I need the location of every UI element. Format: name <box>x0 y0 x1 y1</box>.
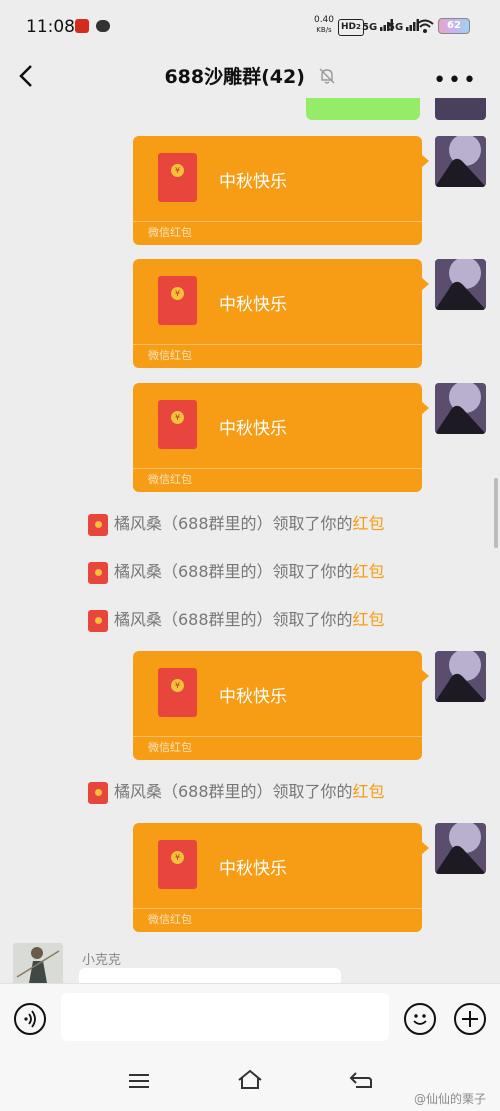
back-nav-icon[interactable] <box>348 1069 374 1091</box>
avatar[interactable] <box>435 98 486 120</box>
previous-message-bubble[interactable] <box>306 98 420 120</box>
red-packet-link[interactable]: 红包 <box>353 782 385 801</box>
sim2-label: 5G <box>388 22 404 33</box>
avatar-image <box>435 823 486 874</box>
message-bubble-icon <box>96 20 110 32</box>
system-message: 橘风桑（688群里的）领取了你的红包 <box>88 609 385 632</box>
chat-title-text: 688沙雕群(42) <box>164 66 305 88</box>
system-message: 橘风桑（688群里的）领取了你的红包 <box>88 781 385 804</box>
plus-icon <box>462 1011 478 1027</box>
coin-icon: ¥ <box>171 679 184 692</box>
wifi-icon <box>416 19 434 33</box>
emoji-icon <box>413 1014 427 1025</box>
system-message-text: 橘风桑（688群里的）领取了你的 <box>114 562 353 581</box>
coin-icon: ¥ <box>171 164 184 177</box>
red-envelope-icon: ¥ <box>158 840 197 889</box>
more-options-button[interactable]: ••• <box>433 68 478 93</box>
hd-label: HD <box>341 22 357 32</box>
red-envelope-icon: ¥ <box>158 400 197 449</box>
red-packet-small-icon <box>88 781 108 804</box>
coin-icon: ¥ <box>171 411 184 424</box>
divider <box>133 468 422 469</box>
battery-icon: 62 <box>438 18 470 34</box>
red-packet-greeting: 中秋快乐 <box>219 295 287 315</box>
red-packet-footer: 微信红包 <box>148 741 192 754</box>
voice-icon <box>24 1010 36 1028</box>
chat-title: 688沙雕群(42) <box>0 62 500 89</box>
divider <box>133 908 422 909</box>
red-envelope-icon: ¥ <box>158 668 197 717</box>
system-message-text: 橘风桑（688群里的）领取了你的 <box>114 782 353 801</box>
avatar-image <box>13 943 63 983</box>
hd-sub: 2 <box>356 23 361 31</box>
scrollbar[interactable] <box>494 478 498 548</box>
home-icon[interactable] <box>236 1068 264 1092</box>
red-packet-footer: 微信红包 <box>148 349 192 362</box>
coin-icon: ¥ <box>171 287 184 300</box>
system-message-text: 橘风桑（688群里的）领取了你的 <box>114 514 353 533</box>
system-message: 橘风桑（688群里的）领取了你的红包 <box>88 561 385 584</box>
red-packet-greeting: 中秋快乐 <box>219 687 287 707</box>
avatar[interactable] <box>435 136 486 187</box>
avatar[interactable] <box>435 383 486 434</box>
divider <box>133 344 422 345</box>
red-packet-small-icon <box>88 513 108 536</box>
bubble-tail <box>421 401 429 415</box>
net-speed: 0.40 KB/s <box>312 15 336 35</box>
red-packet-footer: 微信红包 <box>148 473 192 486</box>
net-speed-unit: KB/s <box>316 26 332 34</box>
other-user-name: 小克克 <box>82 953 122 968</box>
red-packet-link[interactable]: 红包 <box>353 610 385 629</box>
mute-bell-icon <box>319 68 335 84</box>
avatar[interactable] <box>435 259 486 310</box>
red-packet-link[interactable]: 红包 <box>353 562 385 581</box>
system-message-text: 橘风桑（688群里的）领取了你的 <box>114 610 353 629</box>
more-functions-button[interactable] <box>454 1003 486 1035</box>
bubble-tail <box>421 277 429 291</box>
avatar[interactable] <box>435 651 486 702</box>
red-packet-message[interactable]: ¥ 中秋快乐 微信红包 <box>133 823 429 932</box>
battery-level: 62 <box>447 20 461 31</box>
red-packet-greeting: 中秋快乐 <box>219 859 287 879</box>
menu-icon[interactable] <box>127 1071 151 1091</box>
sim1-label: 5G <box>362 22 378 33</box>
red-packet-link[interactable]: 红包 <box>353 514 385 533</box>
avatar-image <box>435 136 486 187</box>
status-time: 11:08 <box>26 17 75 37</box>
red-packet-message[interactable]: ¥ 中秋快乐 微信红包 <box>133 136 429 245</box>
red-packet-footer: 微信红包 <box>148 226 192 239</box>
red-packet-greeting: 中秋快乐 <box>219 419 287 439</box>
message-input[interactable] <box>61 993 389 1041</box>
hd-badge: HD2 <box>338 19 364 36</box>
red-packet-small-icon <box>88 609 108 632</box>
avatar-image <box>435 651 486 702</box>
red-packet-message[interactable]: ¥ 中秋快乐 微信红包 <box>133 383 429 492</box>
other-user-avatar[interactable] <box>13 943 63 983</box>
voice-input-button[interactable] <box>14 1003 46 1035</box>
divider <box>133 221 422 222</box>
red-packet-message[interactable]: ¥ 中秋快乐 微信红包 <box>133 259 429 368</box>
red-packet-message[interactable]: ¥ 中秋快乐 微信红包 <box>133 651 429 760</box>
bubble-tail <box>421 154 429 168</box>
notification-app-icon <box>75 19 89 33</box>
emoji-button[interactable] <box>404 1003 436 1035</box>
coin-icon: ¥ <box>171 851 184 864</box>
red-envelope-icon: ¥ <box>158 276 197 325</box>
bubble-tail <box>421 669 429 683</box>
net-speed-value: 0.40 <box>313 15 335 25</box>
red-packet-footer: 微信红包 <box>148 913 192 926</box>
system-message: 橘风桑（688群里的）领取了你的红包 <box>88 513 385 536</box>
bubble-tail <box>421 841 429 855</box>
divider <box>133 736 422 737</box>
watermark: @仙仙的栗子 <box>413 1092 486 1106</box>
red-packet-small-icon <box>88 561 108 584</box>
avatar-image <box>435 383 486 434</box>
other-user-message-bubble[interactable] <box>79 968 341 984</box>
red-envelope-icon: ¥ <box>158 153 197 202</box>
avatar-image <box>435 259 486 310</box>
red-packet-greeting: 中秋快乐 <box>219 172 287 192</box>
status-bar: 11:08 0.40 KB/s HD2 5G 5G 62 <box>0 0 500 52</box>
avatar[interactable] <box>435 823 486 874</box>
